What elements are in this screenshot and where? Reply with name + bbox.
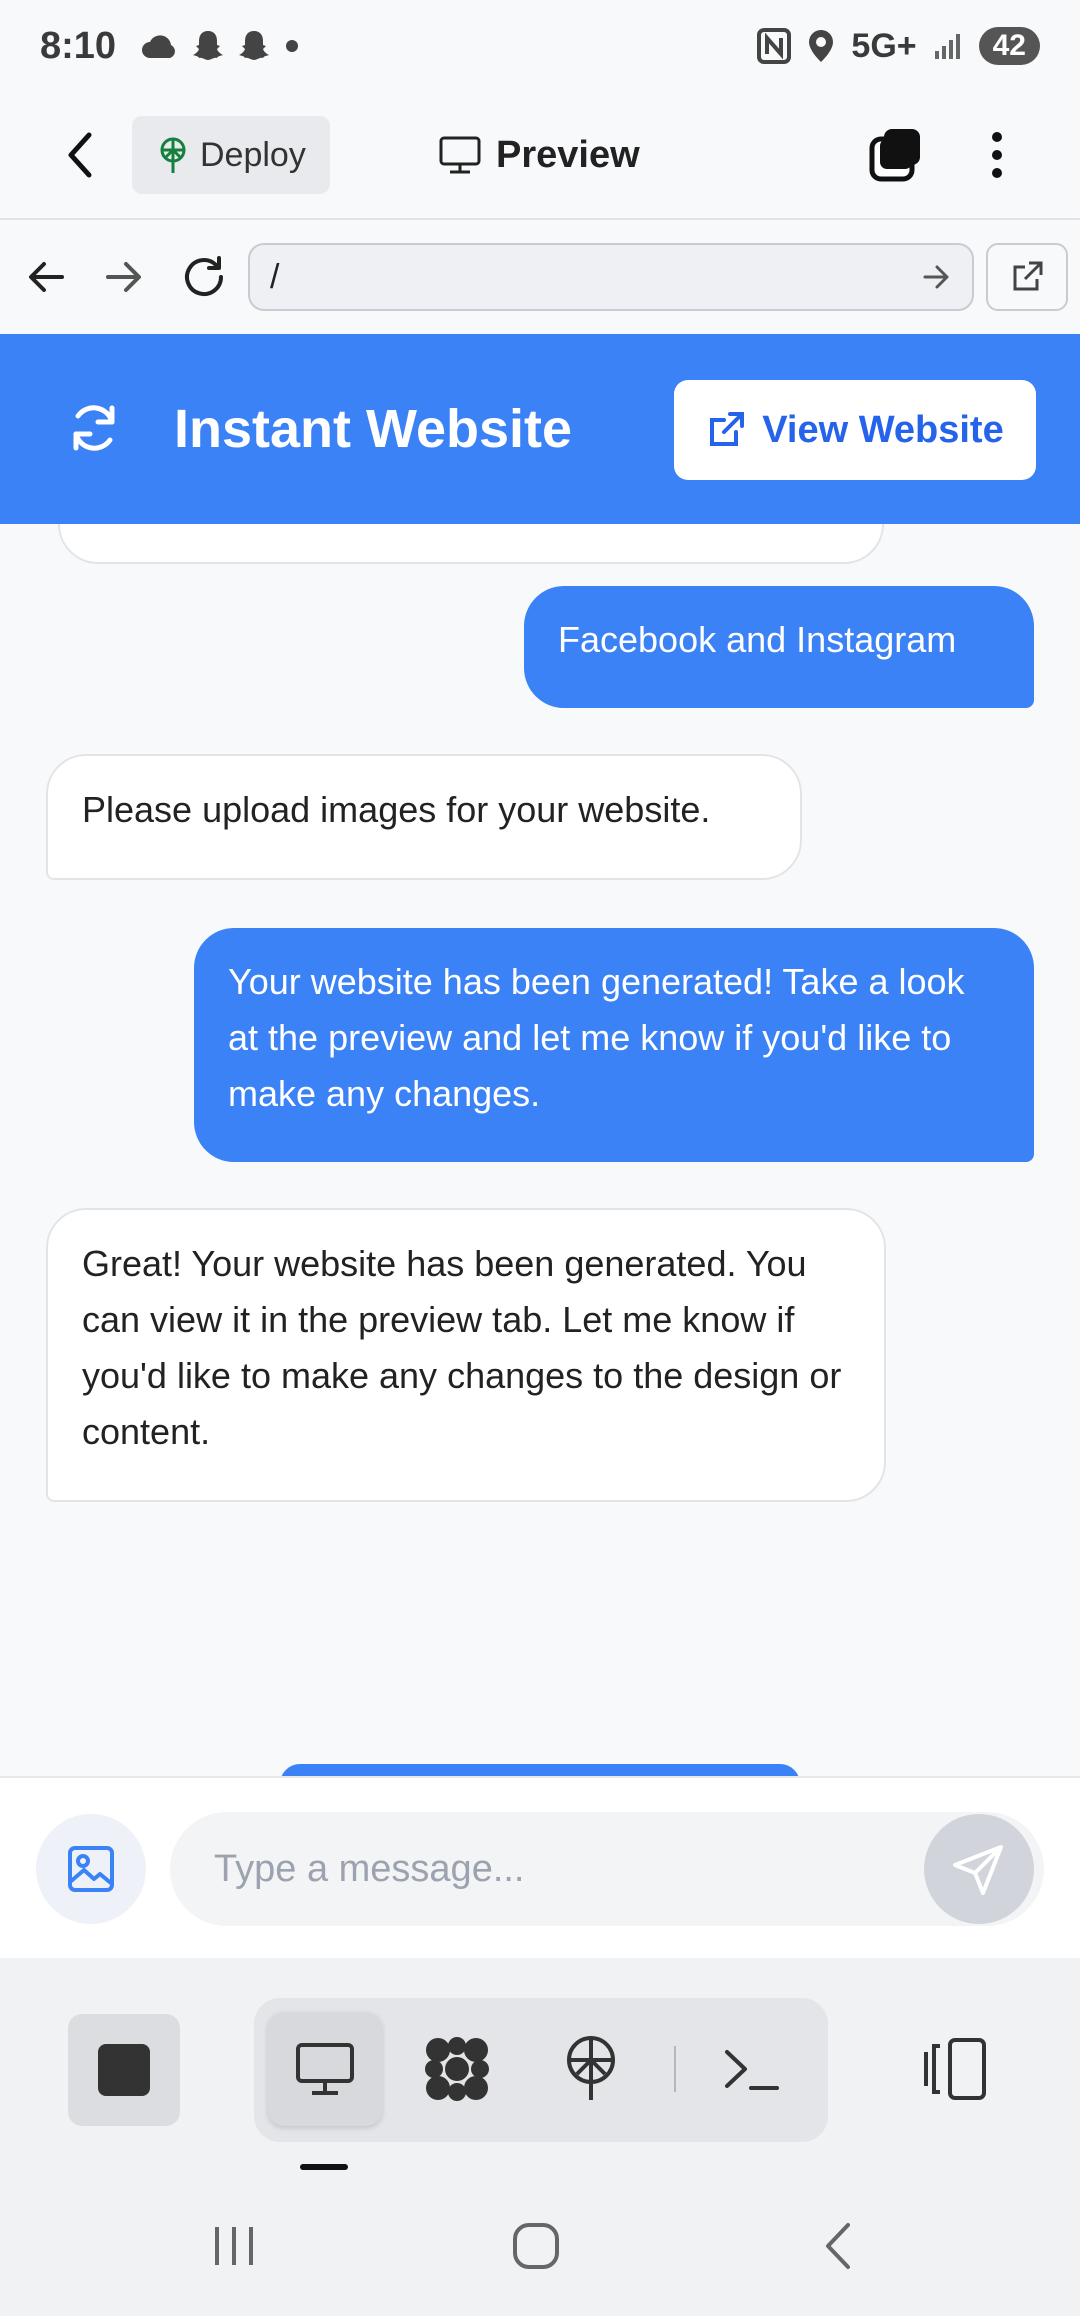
external-link-icon (1013, 261, 1043, 291)
cloud-icon (142, 35, 176, 58)
floating-action-button[interactable] (280, 1764, 800, 1776)
recent-apps-icon (215, 2227, 253, 2265)
monitor-icon (439, 136, 481, 174)
status-time: 8:10 (40, 24, 117, 67)
nfc-icon (757, 28, 792, 64)
preview-label: Preview (496, 133, 640, 176)
monitor-icon (296, 2043, 354, 2095)
image-icon (68, 1846, 114, 1892)
network-type: 5G+ (851, 26, 917, 65)
browser-bar: / (0, 220, 1080, 334)
open-external-button[interactable] (986, 243, 1068, 311)
location-icon (809, 30, 834, 62)
user-message: Your website has been generated! Take a … (194, 928, 1034, 1162)
grid-dots-icon (425, 2037, 489, 2101)
globe-arrow-icon (567, 2036, 615, 2100)
preview-tab-title: Preview (438, 134, 640, 177)
upload-image-button[interactable] (36, 1814, 146, 1924)
status-bar: 8:10 5G+ 42 (0, 0, 1080, 92)
stop-icon (98, 2044, 150, 2096)
battery-indicator: 42 (978, 27, 1040, 65)
refresh-chat-button[interactable] (64, 398, 124, 458)
chevron-left-icon (68, 132, 92, 178)
more-dot (992, 150, 1002, 160)
tabs-icon (869, 129, 920, 182)
home-button[interactable] (506, 2216, 566, 2276)
assistant-message: Please upload images for your website. (46, 754, 802, 880)
tool-terminal[interactable] (694, 2012, 808, 2126)
send-button[interactable] (924, 1814, 1034, 1924)
deploy-button[interactable]: Deploy (132, 116, 330, 194)
browser-forward-button[interactable] (94, 247, 154, 307)
refresh-icon (73, 405, 115, 451)
tabs-switcher-button[interactable] (866, 125, 926, 185)
system-back-button[interactable] (808, 2216, 868, 2276)
tool-deploy[interactable] (534, 2012, 648, 2126)
back-button[interactable] (40, 115, 120, 195)
reload-button[interactable] (174, 247, 234, 307)
system-nav-bar (0, 2172, 1080, 2316)
reload-icon (185, 256, 223, 297)
deploy-icon (160, 137, 186, 173)
send-icon (953, 1845, 1003, 1895)
assistant-message: Great! Your website has been generated. … (46, 1208, 886, 1502)
view-website-button[interactable]: View Website (674, 380, 1036, 480)
user-message: Facebook and Instagram (524, 586, 1034, 708)
active-tab-indicator (300, 2164, 348, 2170)
arrow-right-icon (106, 262, 141, 292)
dot-icon (286, 40, 299, 52)
back-icon (826, 2223, 850, 2269)
snapchat-icon (193, 31, 224, 60)
more-dot (992, 132, 1002, 142)
signal-icon (934, 34, 960, 59)
chat-messages: Facebook and Instagram Please upload ima… (0, 524, 1080, 1776)
external-link-icon (710, 412, 745, 446)
browser-back-button[interactable] (16, 247, 76, 307)
split-panel-icon (924, 2038, 986, 2100)
terminal-icon (725, 2050, 779, 2090)
site-title: Instant Website (174, 399, 573, 459)
more-dot (992, 168, 1002, 178)
tool-preview[interactable] (268, 2012, 382, 2126)
url-text: / (270, 257, 280, 296)
snapchat-icon (239, 31, 270, 60)
recent-apps-button[interactable] (204, 2216, 264, 2276)
message-input[interactable]: Type a message... (170, 1812, 1044, 1926)
site-header: Instant Website View Website (0, 334, 1080, 524)
stop-button[interactable] (68, 2014, 180, 2126)
notification-icons (140, 28, 302, 64)
tool-components[interactable] (400, 2012, 514, 2126)
go-arrow-icon[interactable] (922, 264, 952, 290)
arrow-left-icon (29, 262, 64, 292)
deploy-label: Deploy (200, 135, 306, 174)
toolbar-divider (674, 2046, 676, 2092)
split-view-button[interactable] (920, 2034, 990, 2104)
url-input[interactable]: / (248, 243, 974, 311)
message-composer: Type a message... (0, 1776, 1080, 1958)
tool-group (254, 1998, 828, 2142)
message-bubble-clipped (58, 524, 884, 564)
home-icon (513, 2223, 559, 2269)
app-top-bar: Deploy Preview (0, 92, 1080, 220)
more-options-button[interactable] (972, 115, 1022, 195)
view-website-label: View Website (762, 408, 1004, 451)
bottom-toolbar (0, 1958, 1080, 2172)
